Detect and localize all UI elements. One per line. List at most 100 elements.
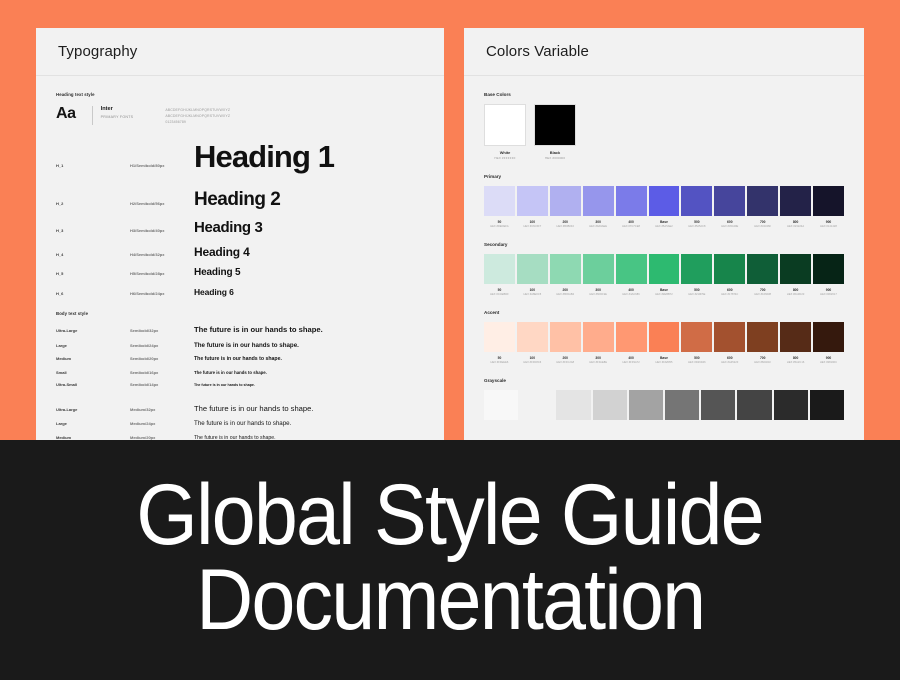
color-ramp-item[interactable]: 800HEX #23224A <box>780 186 811 228</box>
color-ramp-item[interactable]: 900HEX #141428 <box>813 186 844 228</box>
color-ramp-item[interactable] <box>810 390 844 420</box>
color-swatch[interactable] <box>556 390 590 420</box>
color-swatch[interactable] <box>649 322 680 352</box>
color-hex: HEX #FF9A72 <box>616 361 647 364</box>
color-swatch[interactable] <box>583 254 614 284</box>
color-ramp-item[interactable] <box>520 390 554 420</box>
color-swatch[interactable] <box>714 254 745 284</box>
color-ramp-item[interactable] <box>737 390 771 420</box>
color-swatch[interactable] <box>714 322 745 352</box>
color-ramp-item[interactable]: 100HEX #FFD8C6 <box>517 322 548 364</box>
color-swatch[interactable] <box>583 186 614 216</box>
color-ramp-item[interactable]: 400HEX #4AC686 <box>616 254 647 296</box>
color-hex: HEX #17874C <box>714 293 745 296</box>
color-ramp-item[interactable]: 700HEX #106038 <box>747 254 778 296</box>
color-swatch[interactable] <box>813 254 844 284</box>
color-ramp-item[interactable]: 500HEX #5252C8 <box>681 186 712 228</box>
color-ramp-item[interactable]: 50HEX #FFEEE6 <box>484 322 515 364</box>
color-ramp-item[interactable]: 300HEX #9A9AEE <box>583 186 614 228</box>
color-swatch[interactable] <box>517 186 548 216</box>
color-swatch[interactable] <box>813 322 844 352</box>
color-ramp-item[interactable] <box>484 390 518 420</box>
color-swatch[interactable] <box>550 322 581 352</box>
color-swatch[interactable] <box>629 390 663 420</box>
color-ramp-item[interactable]: 50HEX #DEDEFA <box>484 186 515 228</box>
color-swatch[interactable] <box>520 390 554 420</box>
color-swatch[interactable] <box>593 390 627 420</box>
color-swatch[interactable] <box>681 186 712 216</box>
color-ramp-item[interactable]: 100HEX #A8E0C5 <box>517 254 548 296</box>
color-ramp-item[interactable]: 100HEX #C6C6F7 <box>517 186 548 228</box>
color-swatch[interactable] <box>780 186 811 216</box>
color-swatch[interactable] <box>714 186 745 216</box>
color-hex: HEX #141428 <box>813 225 844 228</box>
color-hex: HEX #4AC686 <box>616 293 647 296</box>
color-swatch[interactable] <box>616 322 647 352</box>
color-swatch[interactable] <box>484 104 526 146</box>
color-swatch[interactable] <box>665 390 699 420</box>
color-ramp-item[interactable]: 400HEX #7C7CE8 <box>616 186 647 228</box>
color-ramp-item[interactable]: 500HEX #219F5E <box>681 254 712 296</box>
color-ramp-item[interactable] <box>593 390 627 420</box>
color-hex: HEX #5A5AE2 <box>649 225 680 228</box>
color-ramp-item[interactable]: 200HEX #8FDAB4 <box>550 254 581 296</box>
color-swatch[interactable] <box>484 186 515 216</box>
color-swatch[interactable] <box>780 322 811 352</box>
color-swatch[interactable] <box>649 254 680 284</box>
color-ramp-item[interactable]: 800HEX #0A3D23 <box>780 254 811 296</box>
color-ramp-item[interactable]: 50HEX #CCEBDF <box>484 254 515 296</box>
color-swatch[interactable] <box>780 254 811 284</box>
base-color-item[interactable]: BlackHEX #000000 <box>534 104 576 160</box>
color-ramp-item[interactable]: BaseHEX #2EBB72 <box>649 254 680 296</box>
color-swatch[interactable] <box>813 186 844 216</box>
color-ramp-item[interactable] <box>665 390 699 420</box>
color-ramp-item[interactable] <box>556 390 590 420</box>
color-ramp-item[interactable]: 700HEX #34346F <box>747 186 778 228</box>
color-swatch[interactable] <box>616 186 647 216</box>
color-ramp-item[interactable]: 600HEX #45449E <box>714 186 745 228</box>
color-swatch[interactable] <box>774 390 808 420</box>
color-ramp-item[interactable]: 900HEX #38190C <box>813 322 844 364</box>
color-swatch[interactable] <box>583 322 614 352</box>
color-swatch[interactable] <box>810 390 844 420</box>
color-swatch[interactable] <box>681 254 712 284</box>
color-swatch[interactable] <box>701 390 735 420</box>
color-ramp-item[interactable]: 600HEX #A4522F <box>714 322 745 364</box>
color-swatch[interactable] <box>484 322 515 352</box>
color-ramp-item[interactable]: 400HEX #FF9A72 <box>616 322 647 364</box>
color-step-name: 50 <box>484 288 515 292</box>
color-ramp-item[interactable]: 300HEX #6FD19E <box>583 254 614 296</box>
color-swatch[interactable] <box>517 254 548 284</box>
color-swatch[interactable] <box>649 186 680 216</box>
color-ramp-item[interactable]: 200HEX #FFC2A8 <box>550 322 581 364</box>
color-swatch[interactable] <box>484 254 515 284</box>
color-ramp-item[interactable]: 700HEX #82401F <box>747 322 778 364</box>
color-swatch[interactable] <box>534 104 576 146</box>
color-hex: HEX #2EBB72 <box>649 293 680 296</box>
color-swatch[interactable] <box>517 322 548 352</box>
base-color-item[interactable]: WhiteHEX #FFFFFF <box>484 104 526 160</box>
color-ramp-item[interactable]: 900HEX #062617 <box>813 254 844 296</box>
color-swatch[interactable] <box>737 390 771 420</box>
color-ramp-item[interactable]: 200HEX #B0B0F2 <box>550 186 581 228</box>
color-swatch[interactable] <box>550 186 581 216</box>
color-ramp-item[interactable]: BaseHEX #5A5AE2 <box>649 186 680 228</box>
color-ramp-item[interactable]: 600HEX #17874C <box>714 254 745 296</box>
color-ramp-item[interactable] <box>629 390 663 420</box>
color-swatch[interactable] <box>550 254 581 284</box>
color-ramp-item[interactable] <box>774 390 808 420</box>
color-ramp-item[interactable]: 500HEX #D26D46 <box>681 322 712 364</box>
color-swatch[interactable] <box>747 322 778 352</box>
color-swatch[interactable] <box>747 254 778 284</box>
color-swatch[interactable] <box>484 390 518 420</box>
color-ramp-item[interactable]: 300HEX #FFAE8E <box>583 322 614 364</box>
color-swatch[interactable] <box>681 322 712 352</box>
color-ramp-item[interactable]: 800HEX #5A2C16 <box>780 322 811 364</box>
color-ramp-item[interactable]: BaseHEX #FA8055 <box>649 322 680 364</box>
color-ramp-item[interactable] <box>701 390 735 420</box>
colors-card-title: Colors Variable <box>486 43 589 60</box>
color-swatch[interactable] <box>747 186 778 216</box>
font-role: PRIMARY FONTS <box>101 115 134 119</box>
color-swatch[interactable] <box>616 254 647 284</box>
base-colors-section: Base Colors WhiteHEX #FFFFFFBlackHEX #00… <box>484 92 844 160</box>
